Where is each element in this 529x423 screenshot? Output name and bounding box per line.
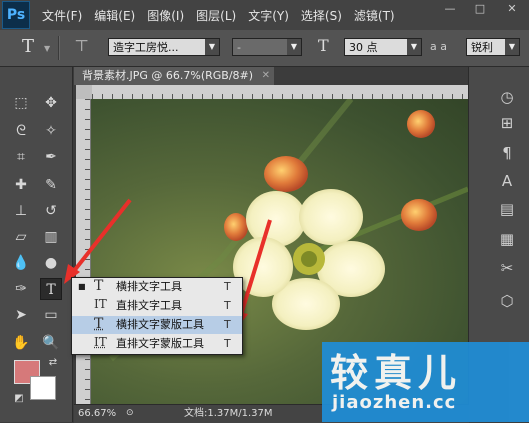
pen-tool-icon[interactable]: ✑ [10,278,32,300]
character-panel-icon[interactable]: A [494,168,520,194]
menu-filter[interactable]: 滤镜(T) [354,7,395,24]
tools-panel-icon[interactable]: ✂ [494,255,520,281]
flyout-item-vertical-type[interactable]: IT 直排文字工具 T [72,297,242,315]
photoshop-logo: Ps [2,1,30,29]
text-orientation-toggle-icon[interactable]: ⊤ [74,36,89,55]
flyout-item-vertical-type-mask[interactable]: IT 直排文字蒙版工具 T [72,335,242,353]
watermark-title: 较真儿 [330,351,463,395]
magic-wand-tool-icon[interactable]: ✧ [40,120,62,142]
type-tool-flyout-menu: ■ T 横排文字工具 T IT 直排文字工具 T T 横排文字蒙版工具 T IT… [71,277,243,355]
lasso-tool-icon[interactable]: ᘓ [10,120,32,142]
menu-select[interactable]: 选择(S) [301,7,342,24]
zoom-level[interactable]: 66.67% [78,405,116,422]
chevron-down-icon: ▼ [407,39,421,55]
antialias-dropdown[interactable]: 锐利 ▼ [466,38,520,56]
eraser-tool-icon[interactable]: ▱ [10,226,32,248]
marquee-tool-icon[interactable]: ⬚ [10,92,32,114]
font-size-value: 30 点 [349,41,378,54]
healing-brush-tool-icon[interactable]: ✚ [10,174,32,196]
font-family-value: 造字工房悦... [113,41,179,54]
preset-dropdown-arrow-icon[interactable]: ▼ [44,44,50,53]
history-brush-tool-icon[interactable]: ↺ [40,200,62,222]
horizontal-type-icon: T [94,278,104,294]
font-style-value: - [237,41,241,54]
font-size-dropdown[interactable]: 30 点 ▼ [344,38,422,56]
menu-edit[interactable]: 编辑(E) [94,7,135,24]
flyout-item-label: 横排文字工具 [116,280,182,293]
menu-bar: Ps 文件(F) 编辑(E) 图像(I) 图层(L) 文字(Y) 选择(S) 滤… [0,0,529,30]
document-size[interactable]: 文档:1.37M/1.37M [184,405,273,422]
swap-colors-icon[interactable]: ⇄ [42,352,64,374]
horizontal-type-mask-icon: T [94,316,104,332]
move-tool-icon[interactable]: ✥ [40,92,62,114]
flyout-item-label: 直排文字蒙版工具 [116,337,204,350]
watermark-badge: 较真儿 jiaozhen.cc [322,342,529,422]
shortcut-key: T [224,299,231,312]
type-tool-preset-icon[interactable]: T [22,36,34,57]
menu-layer[interactable]: 图层(L) [196,7,236,24]
flyout-item-horizontal-type[interactable]: ■ T 横排文字工具 T [72,278,242,296]
rectangle-tool-icon[interactable]: ▭ [40,304,62,326]
flyout-item-label: 横排文字蒙版工具 [116,318,204,331]
watermark-url: jiaozhen.cc [332,392,457,413]
vertical-type-icon: IT [94,297,107,311]
selected-bullet-icon: ■ [78,282,86,291]
menu-type[interactable]: 文字(Y) [248,7,289,24]
type-tool-icon[interactable]: T [40,278,62,300]
shortcut-key: T [224,318,231,331]
history-panel-icon[interactable]: ◷ [494,84,520,110]
brush-tool-icon[interactable]: ✎ [40,174,62,196]
clone-stamp-tool-icon[interactable]: ⊥ [10,200,32,222]
hand-tool-icon[interactable]: ✋ [10,332,32,354]
crop-tool-icon[interactable]: ⌗ [10,146,32,168]
background-color-swatch[interactable] [30,376,56,400]
font-size-icon: T [318,36,329,55]
3d-panel-icon[interactable]: ⬡ [494,288,520,314]
flyout-item-horizontal-type-mask[interactable]: T 横排文字蒙版工具 T [72,316,242,334]
flyout-item-label: 直排文字工具 [116,299,182,312]
eyedropper-tool-icon[interactable]: ✒ [40,146,62,168]
shortcut-key: T [224,337,231,350]
font-family-dropdown[interactable]: 造字工房悦... ▼ [108,38,220,56]
minimize-button[interactable]: — [436,2,464,16]
close-window-button[interactable]: ✕ [498,2,526,16]
properties-panel-icon[interactable]: ⊞ [494,110,520,136]
zoom-tool-icon[interactable]: 🔍 [40,332,62,354]
document-title: 背景素材.JPG @ 66.7%(RGB/8#) [82,69,254,82]
default-colors-icon[interactable]: ◩ [8,388,30,410]
separator [58,36,60,60]
chevron-down-icon: ▼ [205,39,219,55]
document-tab[interactable]: 背景素材.JPG @ 66.7%(RGB/8#) ✕ [74,67,274,85]
gradient-tool-icon[interactable]: ▥ [40,226,62,248]
shortcut-key: T [224,280,231,293]
chevron-down-icon: ▼ [505,39,519,55]
layers-panel-icon[interactable]: ▤ [494,196,520,222]
paragraph-panel-icon[interactable]: ¶ [494,140,520,166]
font-style-dropdown[interactable]: - ▼ [232,38,302,56]
close-icon[interactable]: ✕ [262,67,270,85]
maximize-button[interactable]: □ [466,2,494,16]
menu-file[interactable]: 文件(F) [42,7,82,24]
options-bar: T ▼ ⊤ 造字工房悦... ▼ - ▼ T 30 点 ▼ a a 锐利 ▼ [0,30,529,67]
channels-panel-icon[interactable]: ▦ [494,226,520,252]
chevron-down-icon: ▼ [287,39,301,55]
status-icon: ⊙ [126,408,134,418]
dodge-tool-icon[interactable]: ● [40,252,62,274]
horizontal-ruler [92,85,468,100]
path-selection-tool-icon[interactable]: ➤ [10,304,32,326]
antialias-label: a a [430,40,447,53]
menu-image[interactable]: 图像(I) [147,7,184,24]
blur-tool-icon[interactable]: 💧 [10,252,32,274]
vertical-type-mask-icon: IT [94,335,107,349]
antialias-value: 锐利 [471,41,493,54]
ruler-corner [76,85,92,99]
